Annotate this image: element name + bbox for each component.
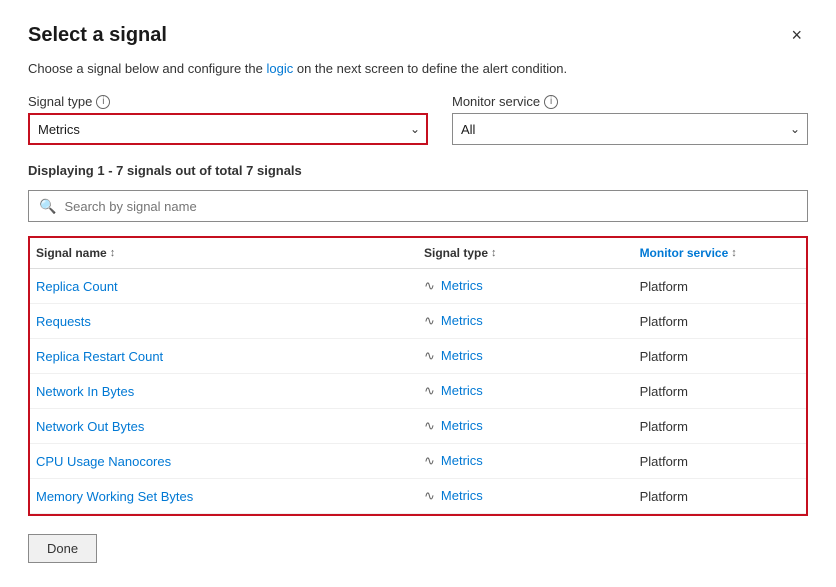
signal-type-cell: ∿ Metrics [418,409,634,444]
signal-name-cell: Replica Restart Count [30,339,418,374]
signal-name-link[interactable]: Memory Working Set Bytes [36,489,193,504]
signal-type-value: Metrics [441,418,483,433]
metric-wave-icon: ∿ [424,418,435,433]
signal-type-value: Metrics [441,383,483,398]
description-link[interactable]: logic [267,61,294,76]
signal-type-cell: ∿ Metrics [418,444,634,479]
signal-type-sort-icon[interactable]: ↕ [491,247,497,259]
monitor-service-cell: Platform [634,339,806,374]
signal-type-cell: ∿ Metrics [418,374,634,409]
table-row: Requests ∿ Metrics Platform [30,304,806,339]
monitor-service-cell: Platform [634,479,806,514]
monitor-service-value: Platform [640,454,688,469]
signal-type-cell: ∿ Metrics [418,304,634,339]
monitor-service-label: Monitor service i [452,94,808,109]
signal-type-cell: ∿ Metrics [418,479,634,514]
monitor-service-cell: Platform [634,269,806,304]
monitor-service-cell: Platform [634,444,806,479]
signals-table: Signal name ↕ Signal type ↕ Monitor serv… [30,238,806,514]
signal-type-value: Metrics [441,453,483,468]
signal-list-box: Signal name ↕ Signal type ↕ Monitor serv… [28,236,808,516]
description-after-link: on the next screen to define the alert c… [293,61,567,76]
table-row: Replica Restart Count ∿ Metrics Platform [30,339,806,374]
signal-type-value: Metrics [441,488,483,503]
monitor-service-cell: Platform [634,409,806,444]
display-count: Displaying 1 - 7 signals out of total 7 … [28,163,808,178]
monitor-service-value: Platform [640,314,688,329]
search-input[interactable] [64,199,797,214]
signal-name-link[interactable]: Requests [36,314,91,329]
metric-wave-icon: ∿ [424,488,435,503]
table-row: Memory Working Set Bytes ∿ Metrics Platform [30,479,806,514]
monitor-service-value: Platform [640,279,688,294]
signal-name-link[interactable]: Replica Restart Count [36,349,163,364]
signal-name-cell: Memory Working Set Bytes [30,479,418,514]
monitor-service-group: Monitor service i All ⌄ [452,94,808,145]
dialog-title: Select a signal [28,24,167,47]
signal-type-cell: ∿ Metrics [418,339,634,374]
monitor-service-info-icon[interactable]: i [544,95,558,109]
signal-name-cell: Network In Bytes [30,374,418,409]
table-row: Network In Bytes ∿ Metrics Platform [30,374,806,409]
close-button[interactable]: × [785,24,808,46]
monitor-service-cell: Platform [634,304,806,339]
filters-row: Signal type i Metrics ⌄ Monitor service … [28,94,808,145]
col-header-signal-type: Signal type ↕ [418,238,634,269]
metric-wave-icon: ∿ [424,348,435,363]
metric-wave-icon: ∿ [424,313,435,328]
search-icon: 🔍 [39,198,56,215]
table-row: CPU Usage Nanocores ∿ Metrics Platform [30,444,806,479]
metric-wave-icon: ∿ [424,453,435,468]
signal-type-label: Signal type i [28,94,428,109]
monitor-service-value: Platform [640,419,688,434]
signal-name-link[interactable]: Network In Bytes [36,384,134,399]
metric-wave-icon: ∿ [424,383,435,398]
monitor-service-cell: Platform [634,374,806,409]
col-header-signal-name: Signal name ↕ [30,238,418,269]
dialog-header: Select a signal × [28,24,808,47]
signal-name-link[interactable]: Network Out Bytes [36,419,144,434]
select-signal-dialog: Select a signal × Choose a signal below … [0,0,836,587]
description-text: Choose a signal below and configure the … [28,61,808,76]
monitor-service-select[interactable]: All [452,113,808,145]
signal-type-group: Signal type i Metrics ⌄ [28,94,428,145]
monitor-service-sort-icon[interactable]: ↕ [731,247,737,259]
col-header-monitor-service: Monitor service ↕ [634,238,806,269]
done-button[interactable]: Done [28,534,97,563]
signal-name-cell: CPU Usage Nanocores [30,444,418,479]
table-row: Replica Count ∿ Metrics Platform [30,269,806,304]
description-before-link: Choose a signal below and configure the [28,61,267,76]
signal-type-select-wrapper: Metrics ⌄ [28,113,428,145]
monitor-service-value: Platform [640,489,688,504]
signal-type-value: Metrics [441,348,483,363]
footer: Done [28,534,808,563]
signal-name-cell: Requests [30,304,418,339]
signal-type-cell: ∿ Metrics [418,269,634,304]
signal-name-link[interactable]: Replica Count [36,279,118,294]
monitor-service-value: Platform [640,384,688,399]
signal-name-cell: Network Out Bytes [30,409,418,444]
signal-type-select[interactable]: Metrics [28,113,428,145]
search-box: 🔍 [28,190,808,222]
metric-wave-icon: ∿ [424,278,435,293]
table-row: Network Out Bytes ∿ Metrics Platform [30,409,806,444]
table-header-row: Signal name ↕ Signal type ↕ Monitor serv… [30,238,806,269]
signal-name-cell: Replica Count [30,269,418,304]
monitor-service-value: Platform [640,349,688,364]
signal-name-sort-icon[interactable]: ↕ [110,247,116,259]
signal-type-value: Metrics [441,278,483,293]
signal-type-value: Metrics [441,313,483,328]
signal-name-link[interactable]: CPU Usage Nanocores [36,454,171,469]
signal-type-info-icon[interactable]: i [96,95,110,109]
monitor-service-select-wrapper: All ⌄ [452,113,808,145]
